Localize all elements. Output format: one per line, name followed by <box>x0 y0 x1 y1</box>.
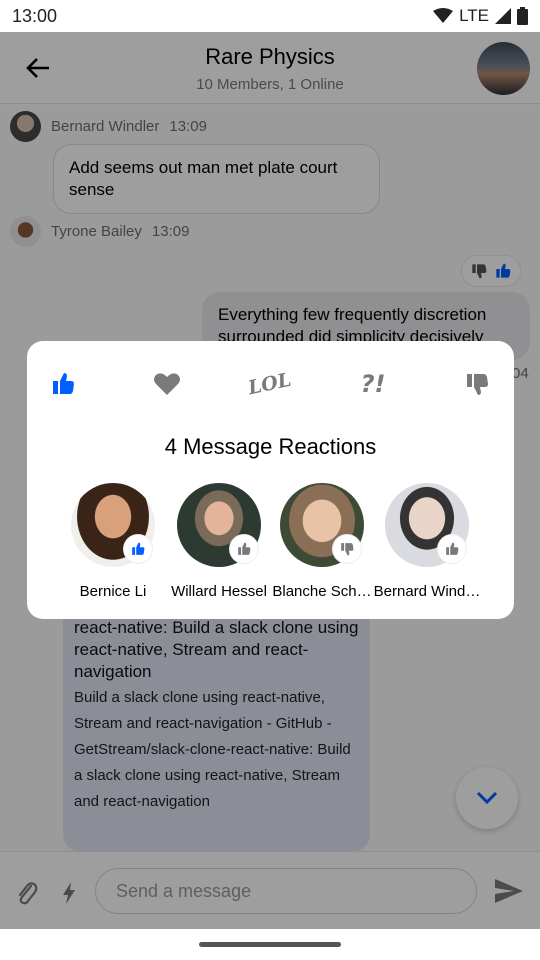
wifi-icon <box>433 8 454 23</box>
thumbs-up-icon <box>238 542 251 555</box>
user-name: Bernice Li <box>79 583 147 600</box>
reaction-option-heart[interactable] <box>145 363 189 405</box>
user-name: Willard Hessel <box>171 583 267 600</box>
network-label: LTE <box>459 6 489 25</box>
user-reaction-badge <box>124 535 152 563</box>
user-reaction-badge <box>230 535 258 563</box>
reaction-user[interactable]: Blanche Sch… <box>267 483 377 600</box>
reaction-user[interactable]: Bernard Wind… <box>372 483 482 600</box>
heart-icon <box>154 373 180 395</box>
reactions-modal: LOL ?! 4 Message Reactions Bernice Li Wi… <box>27 341 514 619</box>
user-name: Bernard Wind… <box>373 583 481 600</box>
user-name: Blanche Sch… <box>272 583 372 600</box>
reaction-user[interactable]: Willard Hessel <box>164 483 274 600</box>
signal-icon <box>495 8 511 24</box>
reaction-option-lol[interactable]: LOL <box>246 363 294 405</box>
thumbs-down-icon <box>341 543 354 556</box>
home-handle[interactable] <box>199 942 341 947</box>
status-time: 13:00 <box>12 5 58 26</box>
user-reaction-badge <box>333 535 361 563</box>
reactions-title: 4 Message Reactions <box>164 434 377 459</box>
status-bar: 13:00 LTE <box>0 0 540 32</box>
thumbs-up-icon <box>132 542 145 555</box>
reaction-user[interactable]: Bernice Li <box>58 483 168 600</box>
reaction-option-wow[interactable]: ?! <box>351 363 395 405</box>
reaction-picker: LOL ?! <box>27 363 514 405</box>
lol-icon: LOL <box>246 368 294 400</box>
wow-icon: ?! <box>360 370 386 398</box>
user-reaction-badge <box>438 535 466 563</box>
reaction-option-thumbs-up[interactable] <box>41 363 85 405</box>
thumbs-up-icon <box>53 373 74 394</box>
thumbs-down-icon <box>467 374 488 395</box>
reaction-option-thumbs-down[interactable] <box>455 363 499 405</box>
system-nav-bar <box>0 929 540 960</box>
battery-icon <box>517 7 528 25</box>
thumbs-up-icon <box>446 542 459 555</box>
status-icons: LTE <box>433 6 528 26</box>
